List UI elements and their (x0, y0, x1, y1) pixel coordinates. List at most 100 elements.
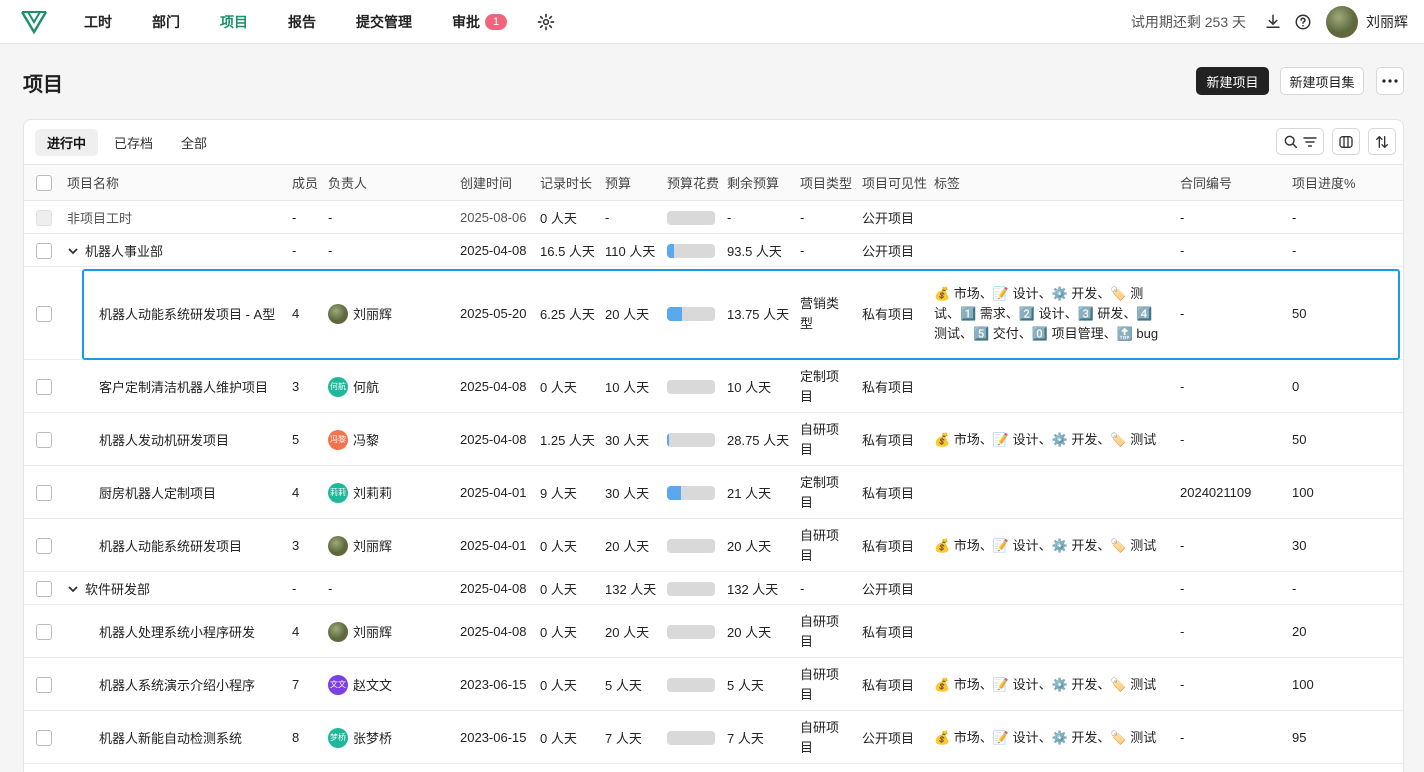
search-filter-button[interactable] (1276, 128, 1324, 155)
project-name-cell[interactable]: 非项目工时 (67, 201, 267, 234)
chevron-down-icon[interactable] (67, 245, 79, 257)
project-name: 机器人动能系统研发项目 - A型 (99, 307, 276, 322)
row-checkbox[interactable] (36, 378, 52, 395)
duration-cell: 0 人天 (540, 731, 577, 746)
col-contract[interactable]: 合同编号 (1180, 165, 1232, 202)
visibility-cell: 公开项目 (862, 244, 915, 259)
table-row[interactable]: 机器人事业部 - - 2025-04-08 16.5 人天 110 人天 93.5 人天 - 公… (24, 234, 1403, 267)
budget-progress-bar (667, 306, 715, 321)
row-checkbox[interactable] (36, 623, 52, 640)
project-name-cell[interactable]: 机器人新能自动检测系统 (99, 711, 299, 764)
table-row[interactable]: 厨房机器人定制项目 4 莉莉 刘莉莉 2025-04-01 9 人天 30 人天 21 人天 定… (24, 466, 1403, 519)
col-remaining[interactable]: 剩余预算 (727, 165, 779, 202)
row-checkbox[interactable] (36, 305, 52, 322)
nav-item-timesheet[interactable]: 工时 (64, 0, 132, 44)
type-cell: - (800, 580, 805, 596)
project-name-cell[interactable]: 厨房机器人定制项目 (99, 466, 299, 519)
table-row[interactable]: 机器人新能自动检测系统 8 梦桥 张梦桥 2023-06-15 0 人天 7 人天 7 人天 自… (24, 711, 1403, 764)
col-progress[interactable]: 项目进度% (1292, 165, 1356, 202)
duration-cell: 0 人天 (540, 582, 577, 597)
col-spent[interactable]: 预算花费 (667, 165, 719, 202)
project-name-cell[interactable]: 机器人事业部 (67, 234, 267, 267)
project-name-cell[interactable]: 机器人处理系统小程序研发 (99, 605, 299, 658)
type-cell: 定制项目 (800, 474, 840, 510)
owner-cell: 何航 何航 (328, 360, 379, 413)
row-checkbox[interactable] (36, 537, 52, 554)
budget-progress-bar (667, 243, 715, 258)
table-row[interactable]: 机器人动能系统研发项目 - A型 4 刘丽辉 2025-05-20 6.25 人天 20 … (24, 267, 1403, 360)
nav-item-report[interactable]: 报告 (268, 0, 336, 44)
chevron-down-icon[interactable] (67, 583, 79, 595)
type-cell: 营销类型 (800, 295, 840, 331)
nav-item-project[interactable]: 项目 (200, 0, 268, 44)
project-name-cell[interactable]: 软件研发部 (67, 572, 267, 605)
remaining-cell: - (727, 210, 732, 225)
contract-cell: - (1180, 432, 1185, 447)
col-created[interactable]: 创建时间 (460, 165, 512, 202)
table-row[interactable]: 机器人处理系统小程序研发 4 刘丽辉 2025-04-08 0 人天 20 人天 20 人天… (24, 605, 1403, 658)
table-row[interactable]: 客户定制清洁机器人维护项目 3 何航 何航 2025-04-08 0 人天 10 人天 10 … (24, 360, 1403, 413)
project-name-cell[interactable]: 客户定制清洁机器人维护项目 (99, 360, 299, 413)
col-budget[interactable]: 预算 (605, 165, 631, 202)
user-avatar[interactable] (1326, 5, 1358, 38)
nav-item-approval[interactable]: 审批 1 (432, 0, 527, 44)
download-icon[interactable] (1264, 13, 1282, 31)
gear-icon[interactable] (537, 13, 555, 31)
visibility-cell: 公开项目 (862, 211, 915, 226)
budget-spent-cell (667, 519, 715, 572)
owner-cell: - (328, 572, 332, 605)
owner-name: 刘丽辉 (353, 539, 393, 554)
tab-archived[interactable]: 已存档 (102, 129, 165, 156)
row-checkbox[interactable] (36, 431, 52, 448)
col-members[interactable]: 成员 (292, 165, 318, 202)
col-duration[interactable]: 记录时长 (540, 165, 592, 202)
budget-spent-cell (667, 360, 715, 413)
row-checkbox[interactable] (36, 676, 52, 693)
app-logo-icon[interactable] (20, 8, 48, 36)
status-tabs: 进行中 已存档 全部 (35, 129, 223, 156)
created-cell: 2025-04-01 (460, 538, 527, 553)
more-dots-icon (1382, 79, 1398, 83)
row-checkbox[interactable] (36, 729, 52, 746)
table-row[interactable]: 机器人动能系统研发项目 3 刘丽辉 2025-04-01 0 人天 20 人天 20 人天 自… (24, 519, 1403, 572)
col-tags[interactable]: 标签 (934, 165, 960, 202)
project-name: 厨房机器人定制项目 (99, 486, 217, 501)
col-visibility[interactable]: 项目可见性 (862, 165, 927, 202)
budget-progress-bar (667, 677, 715, 692)
table-row[interactable]: 机器人发动机研发项目 5 冯黎 冯黎 2025-04-08 1.25 人天 30 人天 28.… (24, 413, 1403, 466)
budget-cell: 5 人天 (605, 678, 642, 693)
table-row[interactable]: 机器人系统演示介绍小程序 7 文文 赵文文 2023-06-15 0 人天 5 人天 5 人天… (24, 658, 1403, 711)
visibility-cell: 私有项目 (862, 307, 915, 322)
table-row[interactable]: 非项目工时 - - 2025-08-06 0 人天 - - - 公开项目 - - (24, 201, 1403, 234)
col-type[interactable]: 项目类型 (800, 165, 852, 202)
sort-button[interactable] (1368, 128, 1396, 155)
tab-in-progress[interactable]: 进行中 (35, 129, 99, 156)
budget-progress-bar (667, 538, 715, 553)
budget-cell: - (605, 210, 610, 225)
user-name[interactable]: 刘丽辉 (1366, 12, 1408, 32)
project-name-cell[interactable]: 机器人动能系统研发项目 - A型 (99, 267, 299, 360)
new-project-button[interactable]: 新建项目 (1196, 67, 1269, 95)
help-icon[interactable] (1294, 13, 1312, 31)
owner-avatar: 冯黎 (328, 429, 348, 450)
tab-all[interactable]: 全部 (169, 129, 219, 156)
remaining-cell: 28.75 人天 (727, 433, 790, 448)
duration-cell: 0 人天 (540, 625, 577, 640)
nav-item-submission[interactable]: 提交管理 (336, 0, 432, 44)
project-name-cell[interactable]: 机器人发动机研发项目 (99, 413, 299, 466)
nav-item-department[interactable]: 部门 (132, 0, 200, 44)
col-owner[interactable]: 负责人 (328, 165, 367, 202)
row-checkbox[interactable] (36, 242, 52, 259)
budget-progress-bar (667, 581, 715, 596)
new-project-set-button[interactable]: 新建项目集 (1280, 67, 1364, 95)
row-checkbox[interactable] (36, 580, 52, 597)
col-name[interactable]: 项目名称 (67, 165, 119, 202)
columns-button[interactable] (1332, 128, 1360, 155)
budget-spent-cell (667, 234, 715, 267)
select-all-checkbox[interactable] (36, 175, 52, 191)
project-name-cell[interactable]: 机器人动能系统研发项目 (99, 519, 299, 572)
table-row[interactable]: 软件研发部 - - 2025-04-08 0 人天 132 人天 132 人天 - 公开项目 - - (24, 572, 1403, 605)
more-button[interactable] (1376, 67, 1404, 95)
project-name-cell[interactable]: 机器人系统演示介绍小程序 (99, 658, 299, 711)
row-checkbox[interactable] (36, 484, 52, 501)
